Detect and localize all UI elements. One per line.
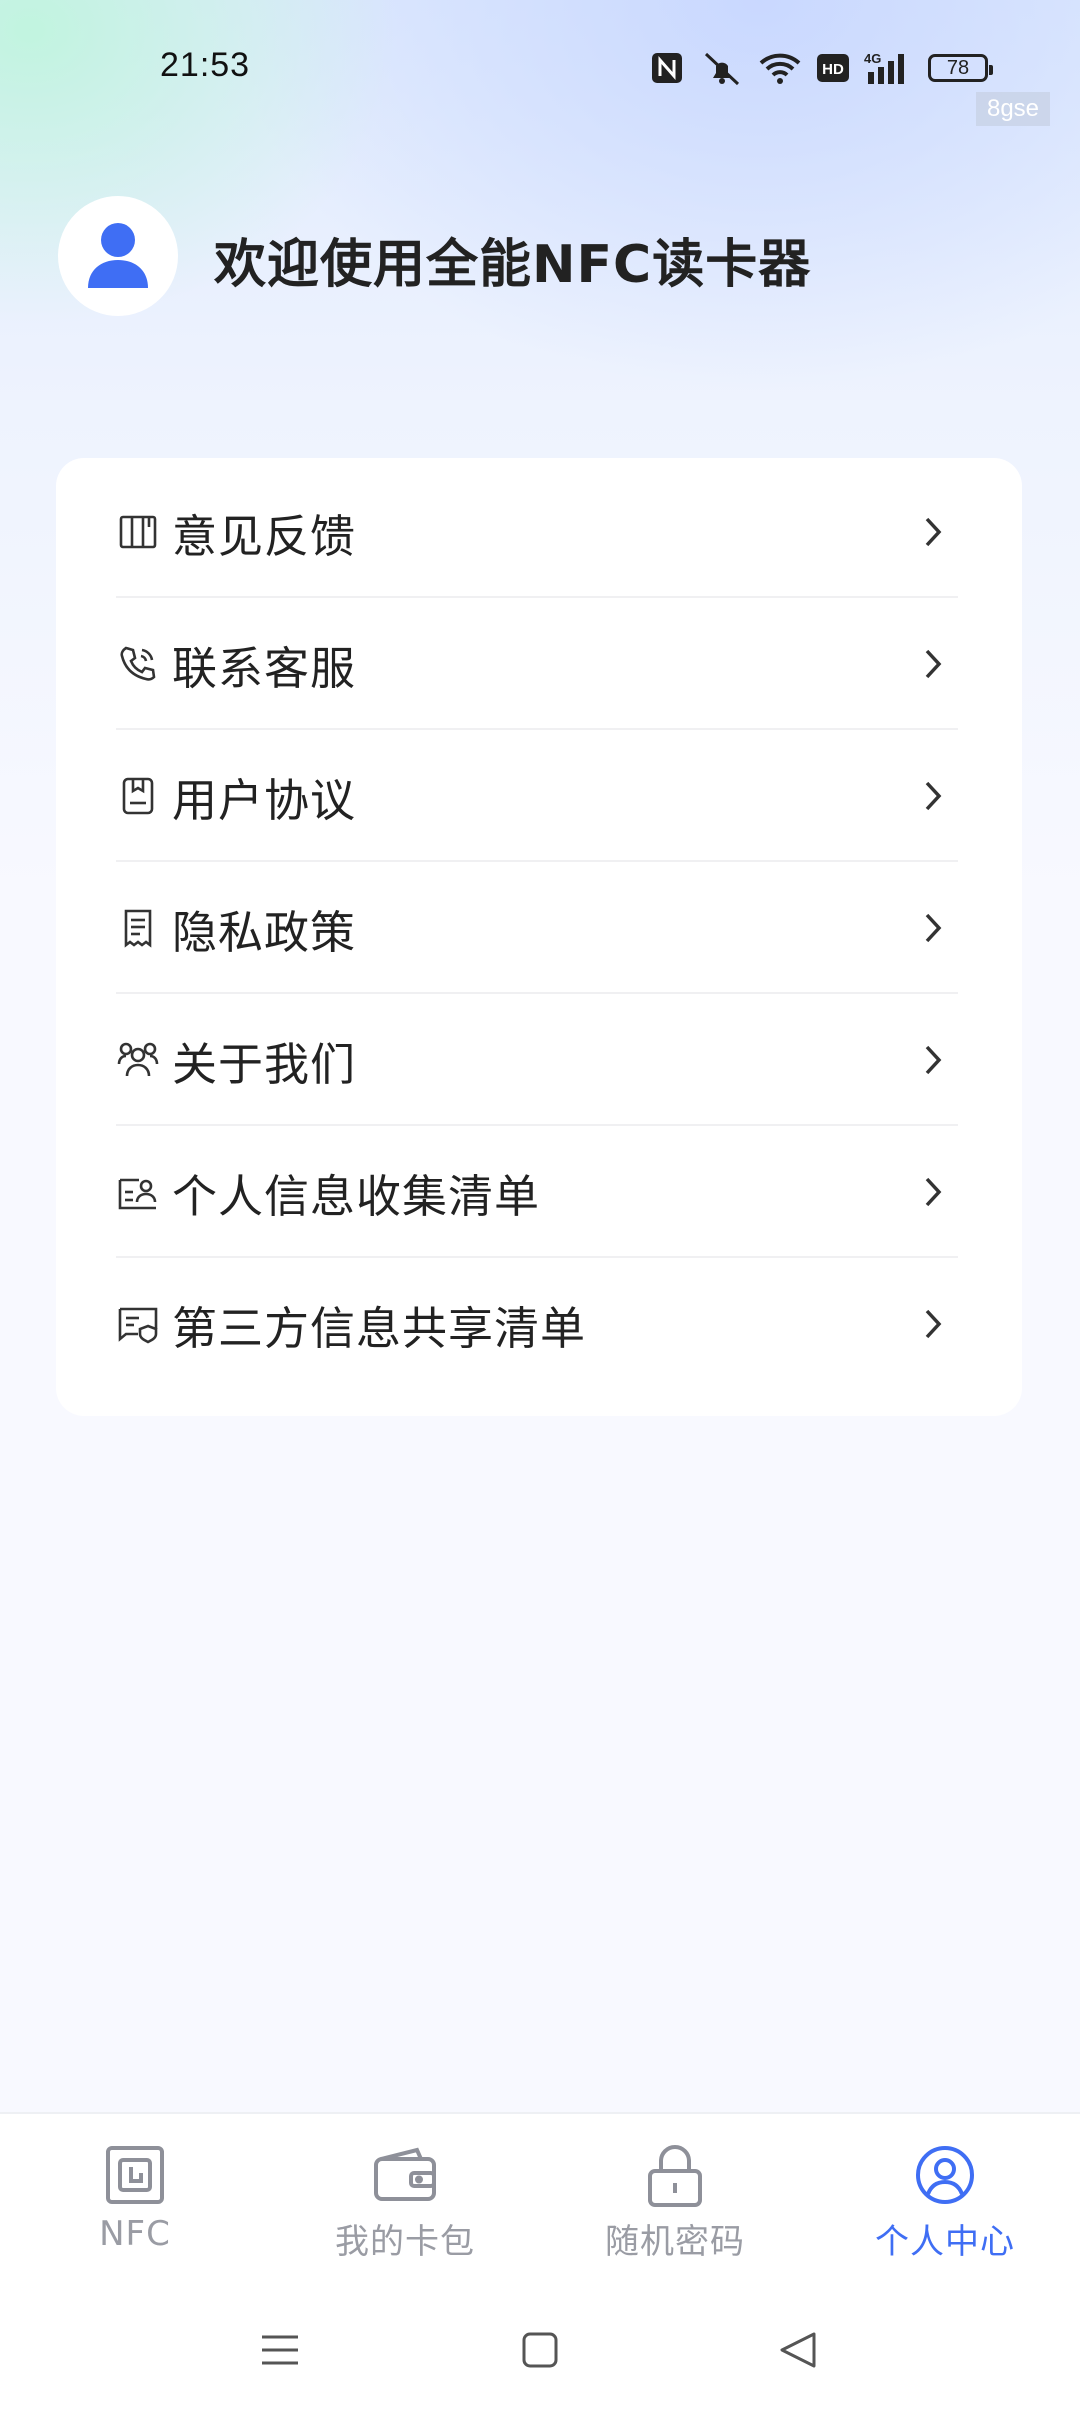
feedback-icon (116, 510, 160, 554)
tab-label: 我的卡包 (335, 2222, 475, 2262)
share-info-icon (116, 1302, 160, 1346)
team-icon (116, 1038, 160, 1082)
agreement-icon (116, 774, 160, 818)
tab-profile[interactable]: 个人中心 (845, 2142, 1045, 2263)
menu-item-third-party-share-list[interactable]: 第三方信息共享清单 (116, 1258, 958, 1390)
square-icon (521, 2331, 559, 2373)
status-time: 21:53 (160, 46, 251, 84)
svg-text:HD: HD (822, 61, 844, 78)
svg-text:4G: 4G (864, 51, 881, 66)
chevron-right-icon (918, 1304, 948, 1344)
welcome-title: 欢迎使用全能NFC读卡器 (214, 235, 812, 295)
menu-nav-button[interactable] (250, 2322, 310, 2382)
wallet-icon (372, 2142, 438, 2208)
profile-icon (912, 2142, 978, 2208)
chevron-right-icon (918, 512, 948, 552)
privacy-icon (116, 906, 160, 950)
menu-item-about-us[interactable]: 关于我们 (116, 994, 958, 1126)
hamburger-icon (260, 2333, 300, 2371)
bell-muted-icon (698, 50, 744, 86)
tab-nfc[interactable]: NFC (35, 2142, 235, 2254)
chevron-right-icon (918, 1172, 948, 1212)
nfc-icon (650, 51, 684, 85)
menu-item-label: 个人信息收集清单 (172, 1169, 541, 1223)
menu-item-label: 关于我们 (172, 1037, 357, 1091)
back-triangle-icon (778, 2330, 818, 2374)
chevron-right-icon (918, 644, 948, 684)
status-icons: HD 4G 78 (650, 48, 993, 88)
bottom-tab-bar: NFC 我的卡包 随机密码 个人中心 (0, 2112, 1080, 2294)
battery-icon: 78 (928, 54, 993, 82)
chevron-right-icon (918, 908, 948, 948)
tab-label: NFC (99, 2214, 171, 2254)
personal-info-icon (116, 1170, 160, 1214)
menu-item-user-agreement[interactable]: 用户协议 (116, 730, 958, 862)
tab-label: 随机密码 (605, 2222, 745, 2262)
chevron-right-icon (918, 776, 948, 816)
tab-label: 个人中心 (875, 2222, 1015, 2262)
tab-wallet[interactable]: 我的卡包 (305, 2142, 505, 2263)
user-avatar-icon (86, 218, 150, 294)
menu-item-contact-service[interactable]: 联系客服 (116, 598, 958, 730)
menu-item-personal-info-list[interactable]: 个人信息收集清单 (116, 1126, 958, 1258)
menu-item-label: 第三方信息共享清单 (172, 1301, 587, 1355)
signal-4g-icon: 4G (864, 50, 914, 86)
wifi-icon (758, 51, 802, 85)
menu-item-label: 意见反馈 (172, 509, 357, 563)
phone-icon (116, 642, 160, 686)
menu-item-feedback[interactable]: 意见反馈 (116, 466, 958, 598)
system-nav-bar (0, 2292, 1080, 2412)
home-nav-button[interactable] (510, 2322, 570, 2382)
lock-icon (642, 2142, 708, 2208)
menu-item-label: 联系客服 (172, 641, 357, 695)
watermark: 8gse (976, 92, 1050, 126)
nfc-tab-icon (102, 2142, 168, 2208)
menu-item-label: 用户协议 (172, 773, 357, 827)
back-nav-button[interactable] (768, 2322, 828, 2382)
chevron-right-icon (918, 1040, 948, 1080)
tab-random-password[interactable]: 随机密码 (575, 2142, 775, 2263)
avatar[interactable] (58, 196, 178, 316)
menu-item-privacy-policy[interactable]: 隐私政策 (116, 862, 958, 994)
settings-menu: 意见反馈 联系客服 用户协议 隐私政策 关于我们 个人信息收集清单 第三方信息共… (56, 458, 1022, 1416)
hd-icon: HD (816, 53, 850, 83)
menu-item-label: 隐私政策 (172, 905, 357, 959)
